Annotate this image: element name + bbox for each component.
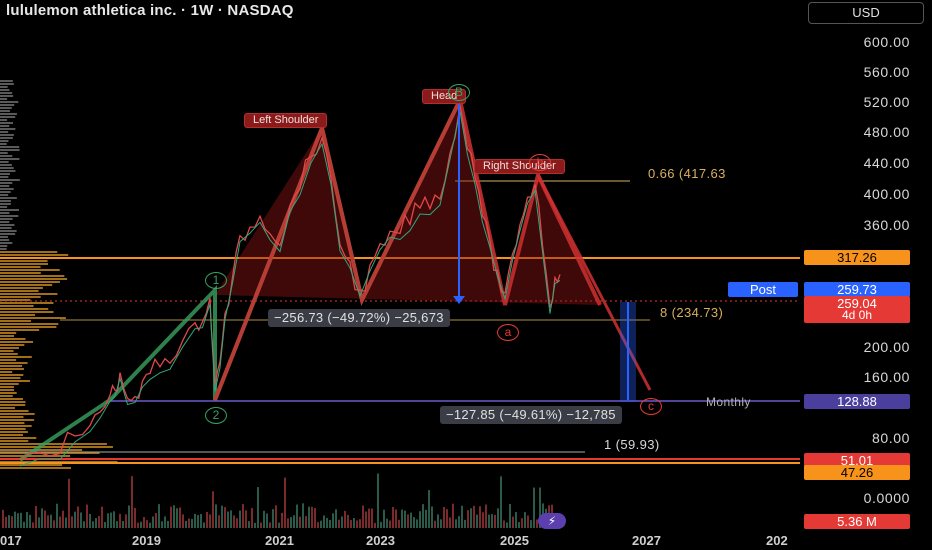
wave-2-circle[interactable]: 2	[205, 407, 227, 424]
y-tick-0: 0.0000	[863, 490, 910, 506]
x-tick-2025: 2025	[500, 533, 529, 548]
post-label: Post	[728, 282, 798, 297]
y-tick-200: 200.00	[863, 339, 910, 355]
level-47-label: 47.26	[804, 465, 910, 480]
y-tick-520: 520.00	[863, 94, 910, 110]
price-chart[interactable]	[0, 0, 932, 550]
head-measurement-label: −256.73 (−49.72%) −25,673	[268, 309, 450, 327]
y-tick-160: 160.00	[863, 369, 910, 385]
projection-measurement-label: −127.85 (−49.61%) −12,785	[440, 406, 622, 424]
head-wave-circle[interactable]: B	[448, 84, 470, 101]
x-tick-2017: 017	[0, 533, 22, 548]
volume-bars	[2, 473, 559, 528]
x-tick-2029: 202	[766, 533, 788, 548]
level-317-label: 317.26	[804, 250, 910, 265]
y-tick-400: 400.00	[863, 186, 910, 202]
left-shoulder-tag[interactable]: Left Shoulder	[244, 113, 328, 128]
lightning-icon[interactable]: ⚡	[538, 513, 566, 529]
post-value-label: 259.73	[804, 282, 910, 297]
right-shoulder-tag[interactable]: Right Shoulder	[474, 159, 565, 174]
wave-1-circle[interactable]: 1	[205, 272, 227, 289]
countdown-label: 4d 0h	[804, 308, 910, 323]
monthly-label: Monthly	[706, 395, 751, 409]
y-tick-440: 440.00	[863, 155, 910, 171]
x-tick-2021: 2021	[265, 533, 294, 548]
volume-label: 5.36 M	[804, 514, 910, 529]
wave-a-circle[interactable]: a	[497, 324, 519, 341]
y-tick-480: 480.00	[863, 124, 910, 140]
y-tick-560: 560.00	[863, 64, 910, 80]
y-tick-360: 360.00	[863, 217, 910, 233]
volume-profile	[0, 80, 118, 469]
fib-upper-label: 0.66 (417.63	[648, 166, 726, 181]
y-tick-80: 80.00	[871, 430, 910, 446]
chart-title: lululemon athletica inc. · 1W · NASDAQ	[6, 2, 294, 19]
wave-c-circle[interactable]: c	[640, 398, 662, 415]
currency-button[interactable]: USD	[808, 2, 924, 24]
fib-lower-label: 1 (59.93)	[604, 437, 660, 452]
head-shoulders-fill	[215, 100, 600, 305]
right-shoulder-wave-circle[interactable]: b	[529, 154, 551, 171]
x-tick-2023: 2023	[366, 533, 395, 548]
x-tick-2019: 2019	[132, 533, 161, 548]
y-tick-600: 600.00	[863, 34, 910, 50]
fib-middle-label: 8 (234.73)	[660, 305, 724, 320]
x-tick-2027: 2027	[632, 533, 661, 548]
level-128-label: 128.88	[804, 394, 910, 409]
